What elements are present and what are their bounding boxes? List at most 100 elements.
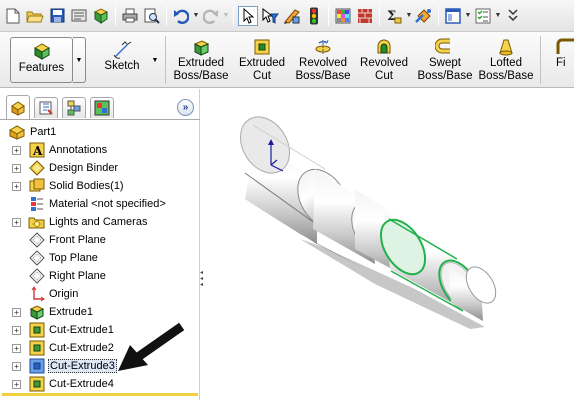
revolved-cut-button[interactable]: Revolved Cut [356, 37, 412, 83]
plane-icon [28, 250, 46, 266]
rebuild-icon[interactable] [91, 6, 111, 26]
undo-icon[interactable] [171, 6, 191, 26]
tree-root-part[interactable]: Part1 [0, 123, 200, 141]
traffic-light-icon[interactable] [304, 6, 324, 26]
tree-item-lights-and-cameras[interactable]: + Lights and Cameras [0, 213, 200, 231]
tree-item-label: Cut-Extrude1 [49, 324, 114, 336]
extruded-boss-base-button[interactable]: Extruded Boss/Base [172, 37, 230, 83]
origin-icon [28, 286, 46, 302]
extruded-cut-button[interactable]: Extruded Cut [235, 37, 289, 83]
tab-features[interactable]: Features [10, 37, 73, 83]
extruded-cut-label-1: Extruded [238, 57, 286, 69]
swept-boss-label-2: Boss/Base [417, 70, 473, 82]
tree-item-label: Solid Bodies(1) [49, 180, 124, 192]
open-folder-icon[interactable] [25, 6, 45, 26]
toolbar-separator [438, 5, 439, 26]
edit-appearance-icon[interactable] [282, 6, 302, 26]
grid-icon[interactable] [333, 6, 353, 26]
revolved-cut-label-1: Revolved [360, 57, 408, 69]
save-icon[interactable] [47, 6, 67, 26]
print-icon[interactable] [120, 6, 140, 26]
redo-icon [201, 6, 221, 26]
tab-configuration-manager[interactable] [62, 97, 86, 118]
tree-item-label: Front Plane [49, 234, 106, 246]
rollback-bar[interactable] [2, 393, 198, 396]
tree-item-material[interactable]: Material <not specified> [0, 195, 200, 213]
design-binder-icon [28, 160, 46, 176]
new-document-icon[interactable] [3, 6, 23, 26]
expand-toggle[interactable]: + [12, 343, 21, 353]
view-window-dropdown-icon[interactable]: ▼ [464, 6, 472, 26]
filter-icon[interactable] [260, 6, 280, 26]
annotations-icon: A [28, 142, 46, 158]
print-preview-icon[interactable] [142, 6, 162, 26]
tab-divider [0, 119, 200, 120]
svg-text:A: A [32, 144, 43, 158]
checklist-icon[interactable] [473, 6, 493, 26]
lofted-boss-label-2: Boss/Base [478, 70, 534, 82]
sigma-dropdown-icon[interactable]: ▼ [405, 6, 413, 26]
tree-item-front-plane[interactable]: Front Plane [0, 231, 200, 249]
expand-toggle[interactable]: + [12, 163, 21, 173]
sigma-icon[interactable]: Σ [384, 6, 404, 26]
swept-boss-icon [435, 37, 455, 57]
undo-dropdown-icon[interactable]: ▼ [192, 6, 200, 26]
tree-item-design-binder[interactable]: + Design Binder [0, 159, 200, 177]
feature-manager-panel: » Part1 + A Annotations + Design Binder [0, 89, 200, 400]
part-model[interactable] [205, 89, 574, 400]
expand-toggle[interactable]: + [12, 217, 21, 227]
expand-toggle[interactable]: + [12, 145, 21, 155]
tree-item-solid-bodies[interactable]: + Solid Bodies(1) [0, 177, 200, 195]
panel-tabs: » [2, 95, 198, 119]
command-separator [165, 36, 166, 84]
checklist-dropdown-icon[interactable]: ▼ [494, 6, 502, 26]
sketch-dropdown-icon[interactable]: ▼ [150, 37, 160, 83]
lofted-boss-base-button[interactable]: Lofted Boss/Base [478, 37, 534, 83]
tree-item-top-plane[interactable]: Top Plane [0, 249, 200, 267]
expand-toggle[interactable]: + [12, 379, 21, 389]
print-setup-icon[interactable] [69, 6, 89, 26]
part-icon [8, 124, 26, 140]
command-manager: Features ▼ Sketch ▼ Extruded Boss/Base E… [0, 32, 574, 88]
lofted-boss-icon [497, 37, 515, 57]
tree-item-annotations[interactable]: + A Annotations [0, 141, 200, 159]
revolved-boss-base-button[interactable]: Revolved Boss/Base [294, 37, 352, 83]
expand-panel-button[interactable]: » [177, 99, 194, 116]
extruded-boss-icon [192, 37, 210, 57]
graphics-area[interactable] [205, 89, 574, 400]
cut-extrude-icon [28, 358, 46, 374]
cut-extrude-icon [28, 376, 46, 392]
tab-sketch-label: Sketch [104, 60, 140, 72]
tree-item-origin[interactable]: Origin [0, 285, 200, 303]
expand-toggle[interactable]: + [12, 307, 21, 317]
features-icon [33, 41, 51, 61]
revolved-boss-label-1: Revolved [299, 57, 347, 69]
tree-item-right-plane[interactable]: Right Plane [0, 267, 200, 285]
cut-extrude-icon [28, 340, 46, 356]
tab-feature-manager[interactable] [6, 95, 30, 119]
tree-item-label: Design Binder [49, 162, 119, 174]
tab-property-manager[interactable] [34, 97, 58, 118]
collapse-icon[interactable] [503, 6, 523, 26]
tree-item-label: Cut-Extrude2 [49, 342, 114, 354]
expand-toggle[interactable]: + [12, 325, 21, 335]
tab-features-label: Features [18, 62, 65, 74]
standard-toolbar: ▼ ▼ Σ ▼ ▼ ▼ [0, 0, 574, 32]
configuration-manager-icon [67, 100, 81, 116]
select-arrow-icon[interactable] [238, 5, 258, 26]
swept-boss-label-1: Swept [429, 57, 461, 69]
fillet-button[interactable]: Fi [556, 37, 574, 83]
swept-boss-base-button[interactable]: Swept Boss/Base [416, 37, 474, 83]
texture-icon[interactable] [355, 6, 375, 26]
features-dropdown-icon[interactable]: ▼ [73, 37, 86, 83]
view-window-icon[interactable] [443, 6, 463, 26]
panel-splitter[interactable]: ◂ ◂ ◂ [200, 270, 204, 292]
tab-sketch[interactable]: Sketch [98, 37, 146, 83]
expand-toggle[interactable]: + [12, 181, 21, 191]
toolbar-separator [379, 5, 380, 26]
expand-toggle[interactable]: + [12, 361, 21, 371]
tree-item-label-selected: Cut-Extrude3 [48, 359, 117, 373]
lights-and-cameras-icon [28, 214, 46, 230]
options-icon[interactable] [414, 6, 434, 26]
tab-display-manager[interactable] [90, 97, 114, 118]
